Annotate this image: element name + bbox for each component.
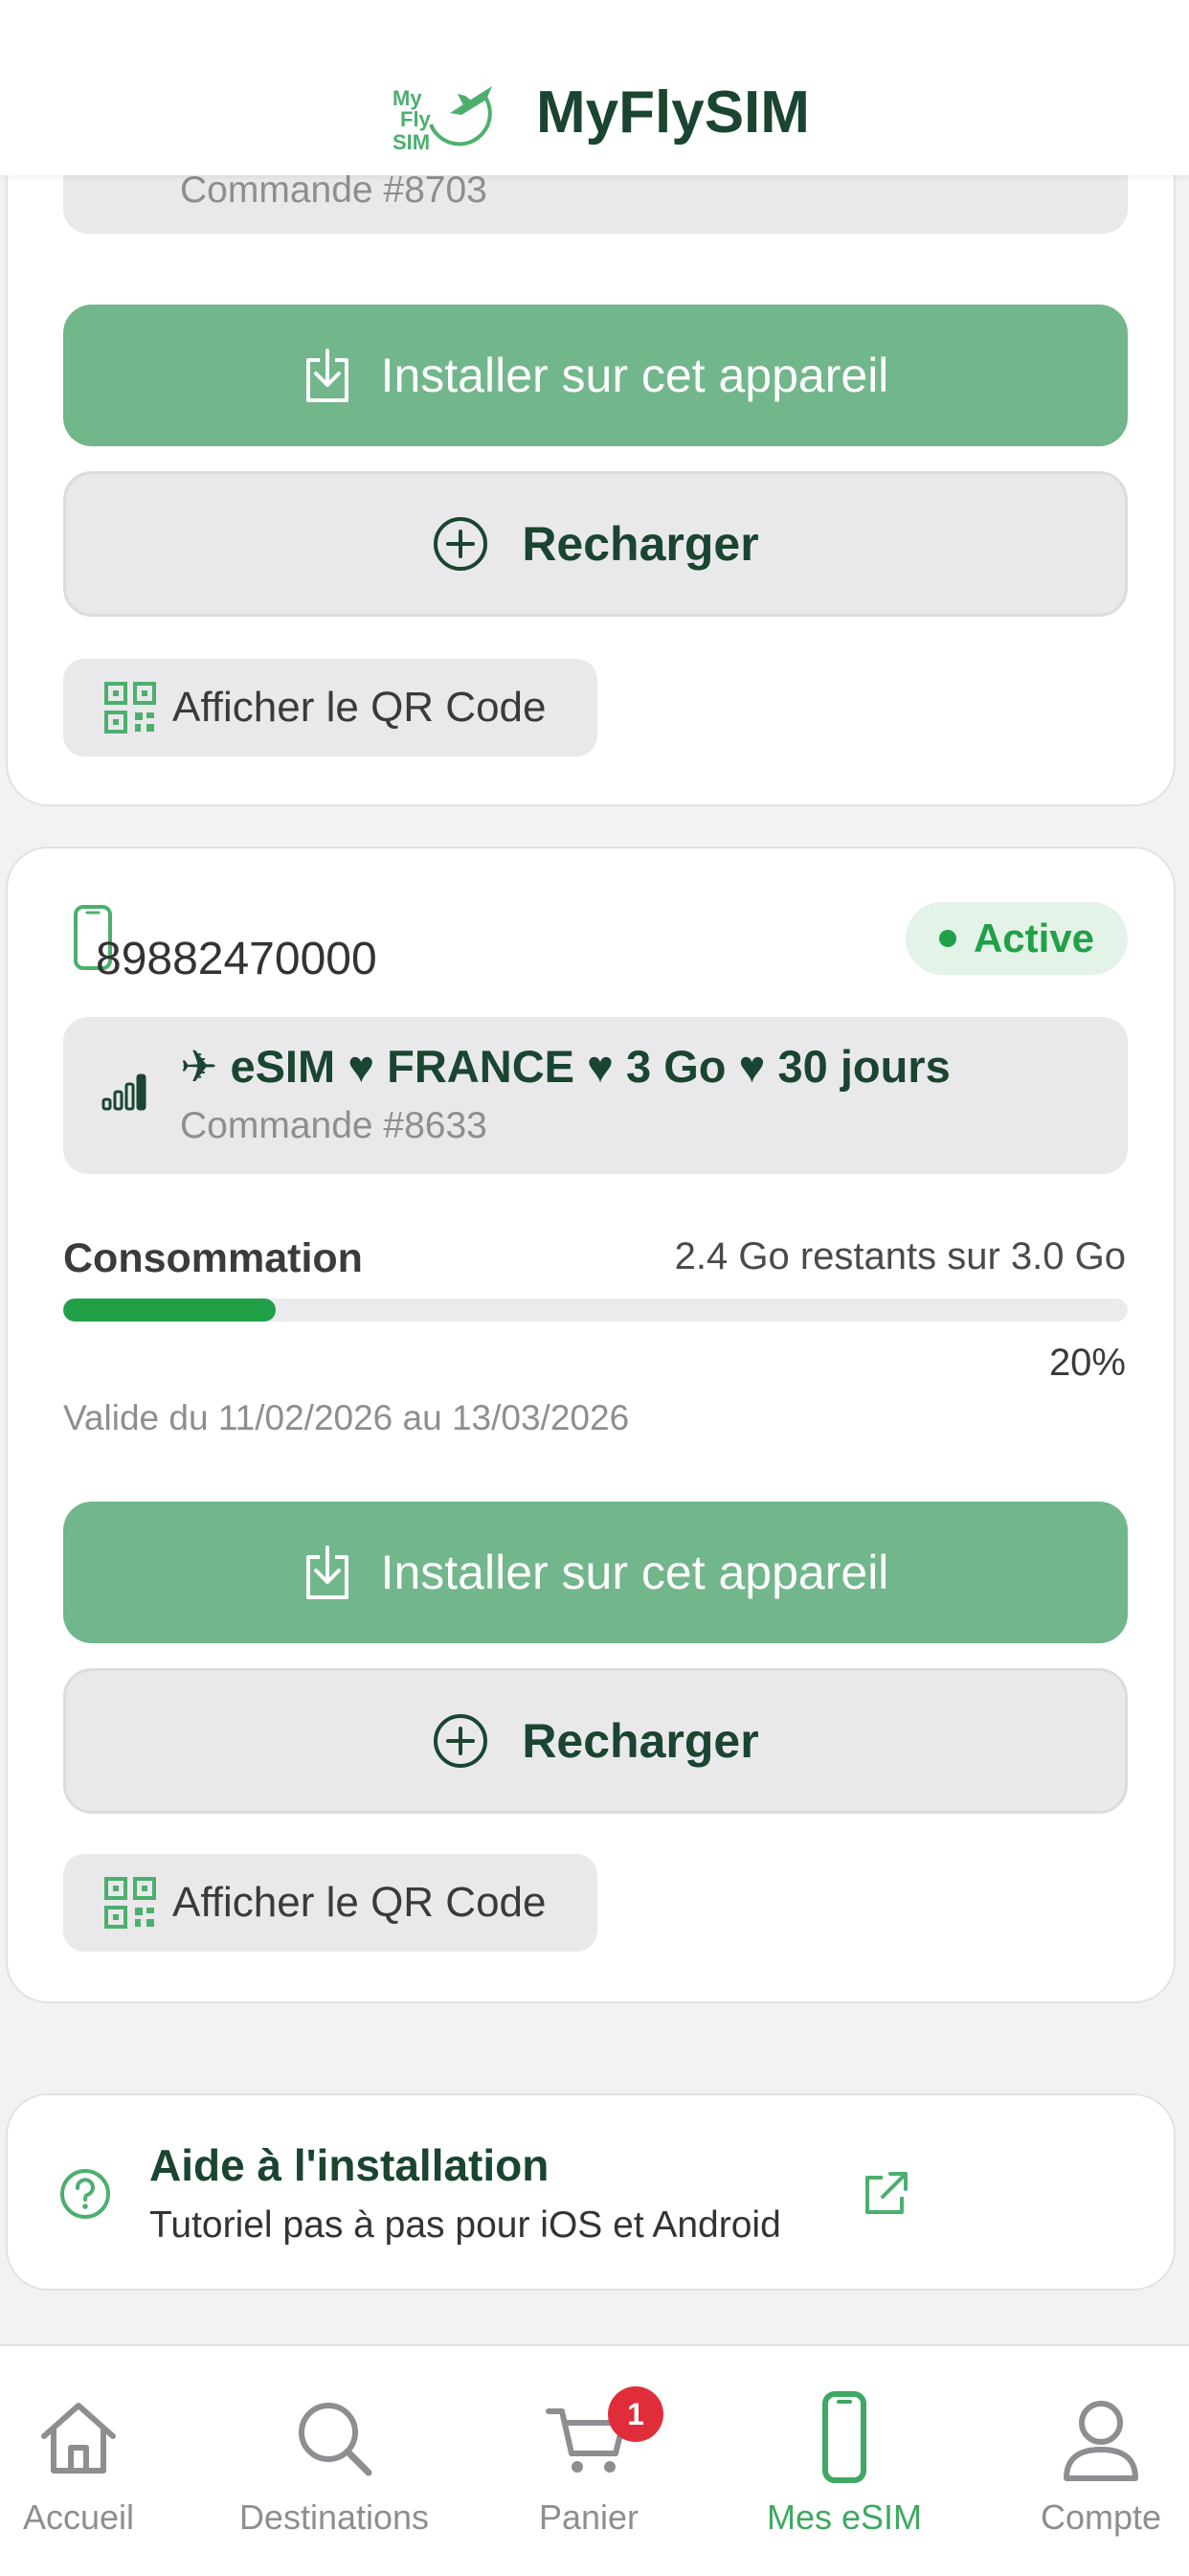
order-number: Commande #8703 bbox=[180, 169, 487, 211]
install-button-label: Installer sur cet appareil bbox=[380, 349, 889, 402]
validity-dates: Valide du 11/02/2026 au 13/03/2026 bbox=[63, 1398, 630, 1437]
qr-code-icon bbox=[104, 682, 156, 734]
show-qr-label: Afficher le QR Code bbox=[172, 684, 547, 731]
help-subtitle: Tutoriel pas à pas pour iOS et Android bbox=[149, 2204, 781, 2246]
usage-percent: 20% bbox=[1048, 1342, 1126, 1384]
external-link-icon bbox=[865, 2172, 908, 2214]
app-title: MyFlySIM bbox=[536, 79, 810, 146]
tab-label: Accueil bbox=[22, 2497, 135, 2537]
status-text: Active bbox=[973, 915, 1095, 960]
help-circle-icon bbox=[60, 2169, 110, 2219]
user-icon bbox=[1064, 2401, 1138, 2481]
tab-label: Compte bbox=[1040, 2497, 1162, 2537]
status-badge: Active bbox=[906, 902, 1128, 975]
signal-bars-icon bbox=[101, 1073, 146, 1111]
qr-code-icon bbox=[104, 1877, 156, 1929]
help-title: Aide à l'installation bbox=[149, 2140, 550, 2190]
esim-card: Commande #8703 Installer sur cet apparei… bbox=[6, 96, 1176, 806]
recharge-button[interactable]: Recharger bbox=[63, 471, 1128, 617]
order-number: Commande #8633 bbox=[180, 1105, 487, 1146]
recharge-button[interactable]: Recharger bbox=[63, 1668, 1128, 1814]
show-qr-button[interactable]: Afficher le QR Code bbox=[63, 659, 597, 757]
install-button[interactable]: Installer sur cet appareil bbox=[63, 1502, 1128, 1643]
tab-compte[interactable]: Compte bbox=[986, 2346, 1189, 2538]
install-button-label: Installer sur cet appareil bbox=[380, 1546, 889, 1599]
home-icon bbox=[41, 2403, 116, 2474]
tab-label: Panier bbox=[538, 2497, 639, 2537]
phone-icon bbox=[822, 2391, 866, 2483]
tab-label: Destinations bbox=[238, 2497, 430, 2537]
order-box: ✈ eSIM ♥ FRANCE ♥ 3 Go ♥ 30 jours Comman… bbox=[63, 1017, 1128, 1174]
show-qr-button[interactable]: Afficher le QR Code bbox=[63, 1854, 597, 1952]
app-header: My Fly SIM MyFlySIM bbox=[0, 0, 1189, 175]
tab-destinations[interactable]: Destinations bbox=[219, 2346, 449, 2538]
recharge-button-label: Recharger bbox=[522, 1714, 759, 1768]
show-qr-label: Afficher le QR Code bbox=[172, 1879, 547, 1926]
search-icon bbox=[299, 2403, 372, 2476]
download-icon bbox=[305, 349, 348, 402]
consumption-label: Consommation bbox=[63, 1235, 363, 1281]
installation-help-card[interactable]: Aide à l'installation Tutoriel pas à pas… bbox=[6, 2093, 1176, 2291]
tab-panier[interactable]: 1 Panier bbox=[474, 2346, 704, 2538]
iccid-redaction bbox=[458, 940, 659, 984]
consumption-value: 2.4 Go restants sur 3.0 Go bbox=[674, 1235, 1126, 1277]
status-dot bbox=[938, 930, 956, 947]
cart-count-badge: 1 bbox=[608, 2386, 663, 2442]
iccid-number: 89882470000 bbox=[96, 934, 377, 984]
usage-progress-bar bbox=[63, 1299, 1128, 1322]
svg-text:Fly: Fly bbox=[400, 107, 432, 131]
install-button[interactable]: Installer sur cet appareil bbox=[63, 305, 1128, 446]
tab-mes-esim[interactable]: Mes eSIM bbox=[729, 2346, 959, 2538]
plus-circle-icon bbox=[434, 517, 488, 571]
svg-text:SIM: SIM bbox=[393, 130, 430, 154]
plus-circle-icon bbox=[434, 1714, 488, 1768]
tab-accueil[interactable]: Accueil bbox=[0, 2346, 193, 2538]
recharge-button-label: Recharger bbox=[522, 517, 759, 571]
download-icon bbox=[305, 1546, 348, 1599]
tab-label: Mes eSIM bbox=[766, 2497, 923, 2537]
plan-title: ✈ eSIM ♥ FRANCE ♥ 3 Go ♥ 30 jours bbox=[180, 1041, 951, 1092]
myflysim-logo: My Fly SIM bbox=[393, 86, 492, 154]
usage-progress-fill bbox=[63, 1299, 277, 1322]
bottom-tab-bar: Accueil Destinations 1 Panier Mes eSIM C… bbox=[0, 2344, 1189, 2576]
esim-card: 89882470000 Active ✈ eSIM ♥ FRANCE ♥ 3 G… bbox=[6, 847, 1176, 2003]
